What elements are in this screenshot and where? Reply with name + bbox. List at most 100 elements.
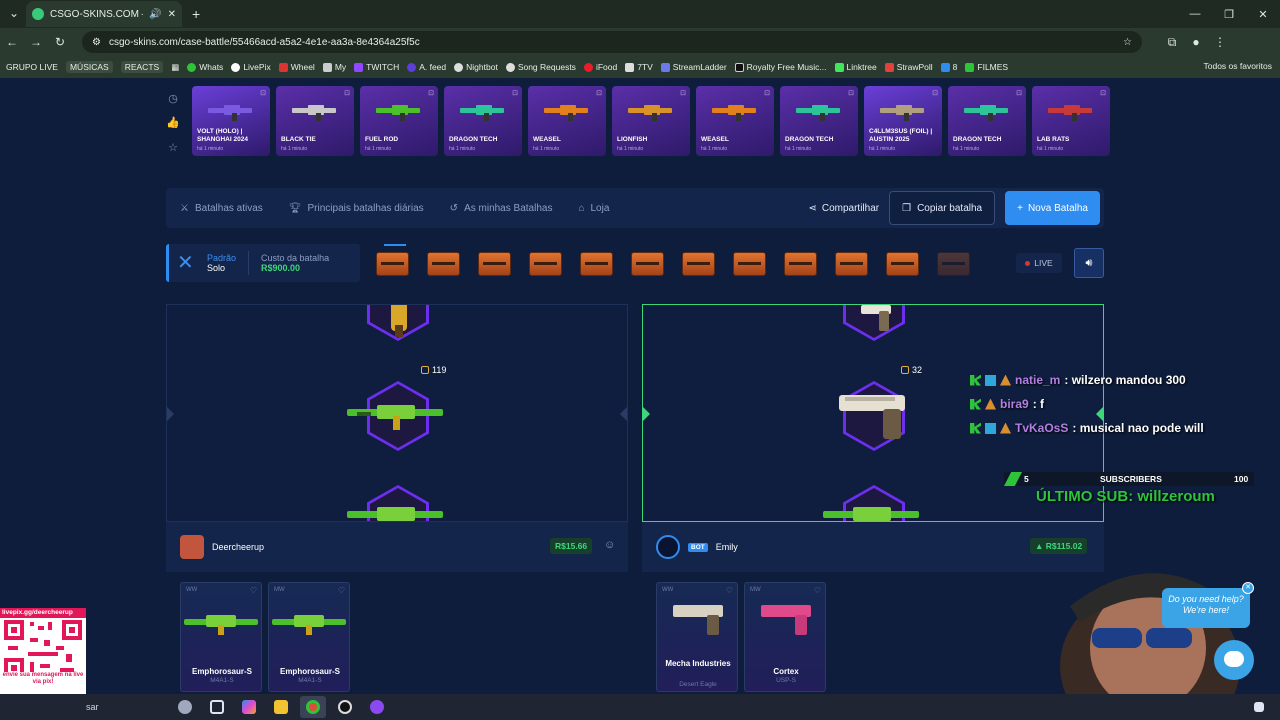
battle-case-icon[interactable] [427, 252, 460, 276]
live-drop-card[interactable]: ⊡ FUEL ROD há 1 minuto [360, 86, 438, 156]
new-tab-button[interactable]: + [192, 6, 200, 22]
live-drop-card[interactable]: ⊡ WEASEL há 1 minuto [528, 86, 606, 156]
favorite-icon[interactable]: ♡ [726, 586, 733, 595]
emoji-icon[interactable]: ☺ [604, 539, 615, 551]
apps-grid-icon[interactable]: ▦ [171, 62, 179, 73]
all-bookmarks-folder[interactable]: Todos os favoritos [1203, 61, 1272, 71]
live-drop-card[interactable]: ⊡ BLACK TIE há 1 minuto [276, 86, 354, 156]
live-drop-card[interactable]: ⊡ VOLT (HOLO) | SHANGHAI 2024 há 1 minut… [192, 86, 270, 156]
live-drop-card[interactable]: ⊡ LIONFISH há 1 minuto [612, 86, 690, 156]
extensions-icon[interactable]: ⧉ [1160, 35, 1184, 50]
live-drop-card[interactable]: ⊡ DRAGON TECH há 1 minuto [444, 86, 522, 156]
battle-case-icon[interactable] [529, 252, 562, 276]
won-item-card[interactable]: WW ♡ Mecha Industries Desert Eagle [656, 582, 738, 692]
tab-close-icon[interactable]: ✕ [168, 9, 176, 20]
nav-store[interactable]: ⌂ Loja [578, 203, 609, 214]
battle-case-icon[interactable] [580, 252, 613, 276]
copilot-icon[interactable] [236, 696, 262, 718]
profile-icon[interactable]: ● [1184, 35, 1208, 49]
battle-case-icon[interactable] [733, 252, 766, 276]
live-drop-card[interactable]: ⊡ LAB RATS há 1 minuto [1032, 86, 1110, 156]
battle-case-icon[interactable] [631, 252, 664, 276]
thumbs-up-icon[interactable]: 👍 [166, 116, 180, 129]
file-explorer-icon[interactable] [268, 696, 294, 718]
live-dot-icon [1025, 260, 1031, 266]
bookmark-item[interactable]: FILMES [965, 62, 1008, 72]
battle-case-icon[interactable] [682, 252, 715, 276]
menu-icon[interactable]: ⋮ [1208, 35, 1232, 49]
bookmark-item[interactable]: StreamLadder [660, 62, 727, 72]
copy-battle-button[interactable]: ❐ Copiar batalha [889, 191, 996, 225]
sound-toggle-button[interactable]: 🔊︎ [1074, 248, 1104, 278]
battle-case-icon[interactable] [478, 252, 511, 276]
battle-case-icon[interactable] [376, 252, 409, 276]
bookmark-item[interactable]: GRUPO LIVE [6, 62, 58, 72]
nav-active-battles[interactable]: ⚔ Batalhas ativas [180, 203, 263, 214]
bookmark-item[interactable]: My [322, 62, 346, 72]
player-name[interactable]: Deercheerup [212, 542, 264, 552]
bookmark-item[interactable]: REACTS [120, 61, 164, 73]
battle-case-icon[interactable] [886, 252, 919, 276]
cost-value: R$900.00 [261, 263, 301, 273]
favorite-icon[interactable]: ♡ [814, 586, 821, 595]
tab-list-icon[interactable]: ⌄ [2, 6, 26, 20]
won-item-card[interactable]: MW ♡ Emphorosaur-S M4A1-S [268, 582, 350, 692]
support-chat-button[interactable] [1214, 640, 1254, 680]
chrome-icon[interactable] [300, 696, 326, 718]
bookmark-star-icon[interactable]: ☆ [1123, 37, 1132, 48]
back-icon[interactable]: ← [0, 35, 24, 49]
live-drop-card[interactable]: ⊡ WEASEL há 1 minuto [696, 86, 774, 156]
live-drop-card[interactable]: ⊡ DRAGON TECH há 1 minuto [948, 86, 1026, 156]
won-item-card[interactable]: WW ♡ Emphorosaur-S M4A1-S [180, 582, 262, 692]
star-icon[interactable]: ☆ [168, 141, 178, 154]
streamladder-icon [660, 62, 670, 72]
bookmark-item[interactable]: 7TV [625, 62, 653, 72]
avatar[interactable] [180, 535, 204, 559]
nav-top-daily[interactable]: 🏆︎ Principais batalhas diárias [289, 203, 424, 214]
bookmark-item[interactable]: Linktree [834, 62, 877, 72]
bookmark-item[interactable]: Royalty Free Music... [734, 62, 827, 72]
live-drop-card[interactable]: ⊡ DRAGON TECH há 1 minuto [780, 86, 858, 156]
reload-icon[interactable]: ↻ [48, 35, 72, 49]
bookmark-item[interactable]: TWITCH [354, 62, 399, 72]
creature-app-icon[interactable] [172, 696, 198, 718]
obs-icon[interactable] [332, 696, 358, 718]
streaming-app-icon[interactable] [364, 696, 390, 718]
forward-icon[interactable]: → [24, 35, 48, 49]
bookmark-item[interactable]: Nightbot [454, 62, 498, 72]
share-button[interactable]: ⋖ Compartilhar [808, 203, 879, 214]
task-view-icon[interactable] [204, 696, 230, 718]
bookmark-item[interactable]: Whats [187, 62, 223, 72]
bookmark-item[interactable]: iFood [583, 62, 617, 72]
bookmark-item[interactable]: 8 [940, 62, 957, 72]
taskbar-search[interactable]: sar [86, 702, 166, 712]
item-name: Mecha Industries [665, 659, 731, 668]
favorite-icon[interactable]: ♡ [338, 586, 345, 595]
live-drops-list: ⊡ VOLT (HOLO) | SHANGHAI 2024 há 1 minut… [192, 86, 1110, 160]
bookmark-item[interactable]: Song Requests [505, 62, 576, 72]
site-info-icon[interactable]: ⚙ [92, 37, 101, 48]
close-icon[interactable]: ✕ [1242, 582, 1254, 594]
url-field[interactable]: ⚙ csgo-skins.com/case-battle/55466acd-a5… [82, 31, 1142, 53]
help-popup[interactable]: ✕ Do you need help? We're here! [1162, 582, 1254, 628]
live-drop-card[interactable]: ⊡ C4LLM3SUS (FOIL) | AUSTIN 2025 há 1 mi… [864, 86, 942, 156]
minimize-button[interactable]: — [1178, 0, 1212, 28]
clock-icon[interactable]: ◷ [168, 92, 178, 105]
close-window-button[interactable]: ✕ [1246, 0, 1280, 28]
browser-tab[interactable]: CSGO-SKINS.COM — As m 🔊 ✕ [26, 1, 182, 27]
battle-case-icon[interactable] [937, 252, 970, 276]
bookmark-item[interactable]: Wheel [278, 62, 315, 72]
restore-button[interactable]: ❐ [1212, 0, 1246, 28]
nav-my-battles[interactable]: ↺ As minhas Batalhas [450, 203, 553, 214]
won-item-card[interactable]: MW ♡ Cortex USP-S [744, 582, 826, 692]
drop-name: WEASEL [533, 136, 561, 143]
favorite-icon[interactable]: ♡ [250, 586, 257, 595]
bookmark-item[interactable]: A. feed [407, 62, 446, 72]
new-battle-button[interactable]: + Nova Batalha [1005, 191, 1100, 225]
battle-case-icon[interactable] [835, 252, 868, 276]
system-tray-icon[interactable] [1246, 696, 1272, 718]
bookmark-item[interactable]: MÚSICAS [65, 61, 113, 73]
bookmark-item[interactable]: LivePix [231, 62, 271, 72]
bookmark-item[interactable]: StrawPoll [884, 62, 933, 72]
battle-case-icon[interactable] [784, 252, 817, 276]
